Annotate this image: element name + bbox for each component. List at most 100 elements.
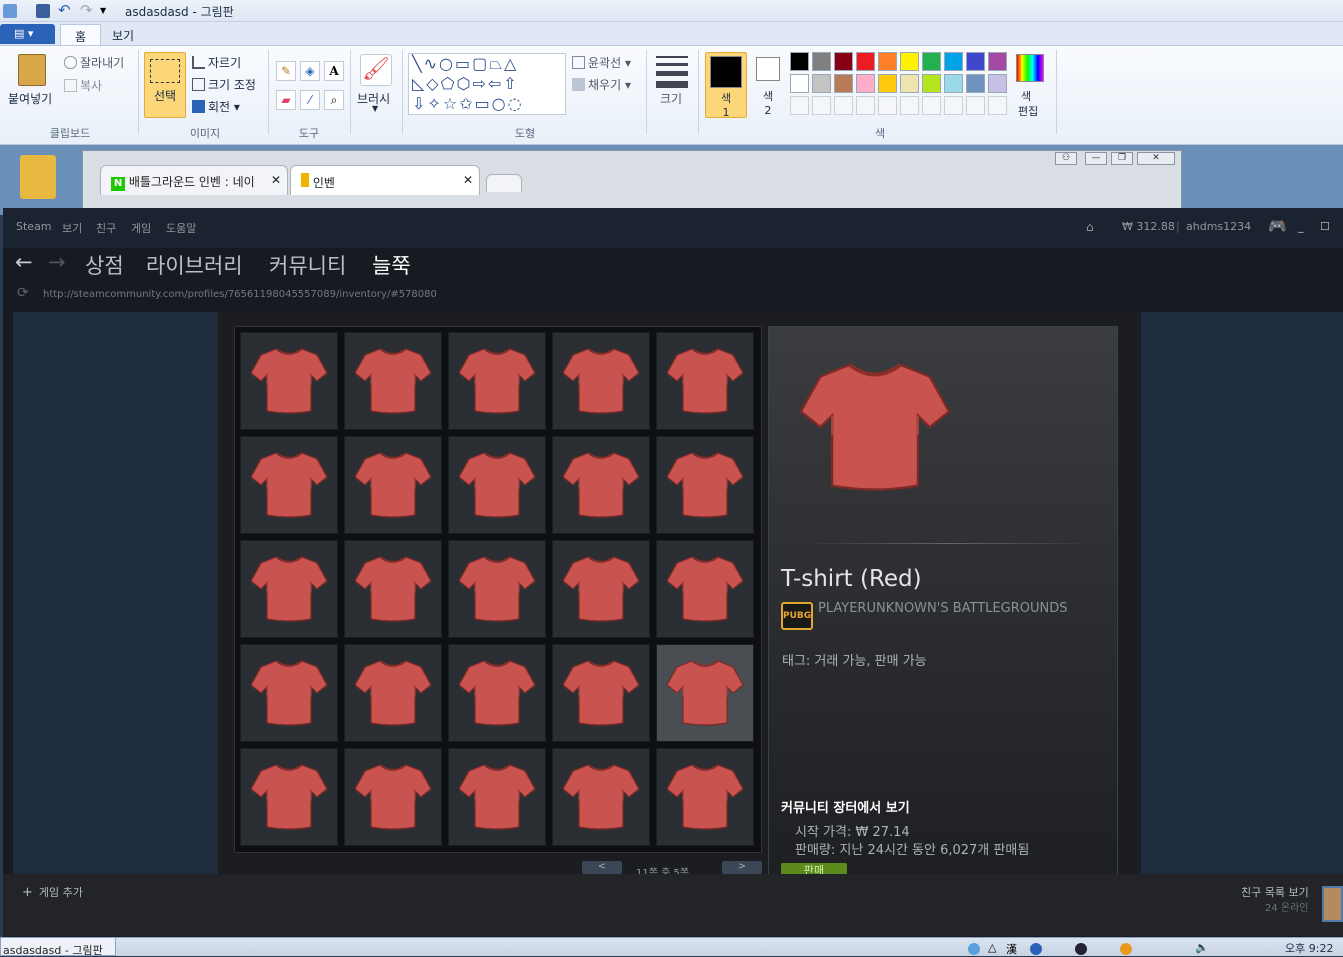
inventory-item-slot[interactable] <box>240 644 338 742</box>
outline-button[interactable]: 윤곽선 ▾ <box>572 54 631 71</box>
inventory-item-slot[interactable] <box>656 748 754 846</box>
resize-button[interactable]: 크기 조정 <box>192 76 256 93</box>
color1-button[interactable]: 색 1 <box>705 52 747 119</box>
file-menu-button[interactable]: ▤ ▾ <box>0 24 55 44</box>
color-swatch[interactable] <box>790 52 809 71</box>
add-game-button[interactable]: + 게임 추가 <box>22 884 83 900</box>
tray-app-icon[interactable] <box>1120 943 1132 955</box>
steam-tray-icon[interactable] <box>1075 943 1087 955</box>
inventory-item-slot[interactable] <box>344 748 442 846</box>
user-folder-icon[interactable] <box>20 155 56 199</box>
inventory-item-slot[interactable] <box>448 540 546 638</box>
inventory-item-slot[interactable] <box>344 644 442 742</box>
inventory-item-slot[interactable] <box>656 332 754 430</box>
edit-colors-label-2[interactable]: 편집 <box>1018 103 1038 119</box>
inventory-item-slot[interactable] <box>240 332 338 430</box>
edit-colors-label-1[interactable]: 색 <box>1021 88 1031 104</box>
inventory-item-slot[interactable] <box>240 748 338 846</box>
network-icon[interactable] <box>968 943 980 955</box>
inventory-item-slot[interactable] <box>240 540 338 638</box>
nav-library[interactable]: 라이브러리 <box>146 250 243 280</box>
empty-color-swatch[interactable] <box>966 96 985 115</box>
edit-colors-icon[interactable] <box>1016 54 1044 82</box>
empty-color-swatch[interactable] <box>834 96 853 115</box>
undo-icon[interactable]: ↶ <box>58 3 72 18</box>
paste-button[interactable]: 붙여넣기 <box>8 90 52 107</box>
big-picture-icon[interactable]: 🎮 <box>1268 217 1287 235</box>
new-tab-button[interactable] <box>486 174 522 192</box>
friends-list-button[interactable]: 친구 목록 보기 <box>1241 884 1309 900</box>
game-name[interactable]: PLAYERUNKNOWN'S BATTLEGROUNDS <box>818 601 1067 616</box>
empty-color-swatch[interactable] <box>856 96 875 115</box>
inventory-item-slot[interactable] <box>656 436 754 534</box>
inventory-item-slot[interactable] <box>344 540 442 638</box>
next-page-button[interactable]: > <box>722 861 762 874</box>
menu-games[interactable]: 게임 <box>131 220 151 236</box>
inventory-item-slot[interactable] <box>552 644 650 742</box>
color-swatch[interactable] <box>878 52 897 71</box>
inventory-item-slot[interactable] <box>344 436 442 534</box>
url-bar[interactable]: http://steamcommunity.com/profiles/76561… <box>43 289 437 300</box>
account-name[interactable]: ahdms1234 <box>1186 220 1251 233</box>
browser-tab-1[interactable]: N 배틀그라운드 인벤 : 네이 ✕ <box>100 165 288 195</box>
empty-color-swatch[interactable] <box>812 96 831 115</box>
empty-color-swatch[interactable] <box>922 96 941 115</box>
color2-button[interactable]: 색 2 <box>751 52 785 118</box>
customize-quick-access-icon[interactable]: ▼ <box>100 4 114 18</box>
color-swatch[interactable] <box>944 52 963 71</box>
shapes-gallery[interactable]: ╲∿○▭▢⏢△ ◺◇⬠⬡⇨⇦⇧ ⇩✧☆✩▭○◌ <box>408 53 566 115</box>
inventory-item-slot[interactable] <box>656 644 754 742</box>
inventory-item-slot[interactable] <box>552 332 650 430</box>
color-swatch[interactable] <box>856 74 875 93</box>
color-swatch[interactable] <box>812 74 831 93</box>
reload-icon[interactable]: ⟳ <box>17 285 29 301</box>
save-icon[interactable] <box>36 4 50 18</box>
color-swatch[interactable] <box>878 74 897 93</box>
cut-button[interactable]: 잘라내기 <box>64 54 124 71</box>
notification-icon[interactable]: ⌂ <box>1086 220 1094 234</box>
inventory-item-slot[interactable] <box>552 540 650 638</box>
eraser-icon[interactable]: ▰ <box>276 90 296 110</box>
clock[interactable]: 오후 9:22 <box>1285 940 1333 956</box>
fill-bucket-icon[interactable]: ◈ <box>300 61 320 81</box>
avatar[interactable] <box>1322 886 1343 922</box>
inventory-item-slot[interactable] <box>448 644 546 742</box>
copy-button[interactable]: 복사 <box>64 77 102 94</box>
forward-arrow-icon[interactable]: → <box>48 250 66 274</box>
size-button[interactable]: 크기 <box>660 90 682 107</box>
prev-page-button[interactable]: < <box>582 861 622 874</box>
nav-community[interactable]: 커뮤니티 <box>269 250 346 280</box>
restore-icon[interactable]: ❐ <box>1111 152 1133 165</box>
empty-color-swatch[interactable] <box>900 96 919 115</box>
minimize-icon[interactable]: — <box>1085 152 1107 165</box>
user-icon[interactable]: ⚇ <box>1055 152 1077 165</box>
text-tool-icon[interactable]: A <box>324 61 344 81</box>
empty-color-swatch[interactable] <box>790 96 809 115</box>
color-swatch[interactable] <box>790 74 809 93</box>
nav-store[interactable]: 상점 <box>85 250 124 280</box>
inventory-item-slot[interactable] <box>344 332 442 430</box>
empty-color-swatch[interactable] <box>988 96 1007 115</box>
color-swatch[interactable] <box>834 52 853 71</box>
inventory-item-slot[interactable] <box>240 436 338 534</box>
color-swatch[interactable] <box>900 74 919 93</box>
help-icon[interactable] <box>1030 943 1042 955</box>
color-swatch[interactable] <box>966 52 985 71</box>
inventory-item-slot[interactable] <box>552 436 650 534</box>
inventory-item-slot[interactable] <box>448 332 546 430</box>
maximize-icon[interactable]: ☐ <box>1320 220 1330 233</box>
paint-app-icon[interactable] <box>3 4 17 18</box>
color-swatch[interactable] <box>966 74 985 93</box>
color-swatch[interactable] <box>834 74 853 93</box>
volume-icon[interactable]: 🔈 <box>1195 941 1209 954</box>
select-button[interactable]: 선택 <box>144 52 186 118</box>
menu-help[interactable]: 도움말 <box>166 220 196 236</box>
magnifier-icon[interactable]: ⌕ <box>324 90 344 110</box>
taskbar-paint-item[interactable]: asdasdasd - 그림판 <box>0 937 116 956</box>
color-picker-icon[interactable]: ⁄ <box>300 90 320 110</box>
inventory-item-slot[interactable] <box>656 540 754 638</box>
color-swatch[interactable] <box>922 52 941 71</box>
wallet-balance[interactable]: ₩ 312.88 <box>1122 220 1175 233</box>
market-heading[interactable]: 커뮤니티 장터에서 보기 <box>781 797 910 816</box>
rotate-button[interactable]: 회전 ▾ <box>192 98 240 115</box>
